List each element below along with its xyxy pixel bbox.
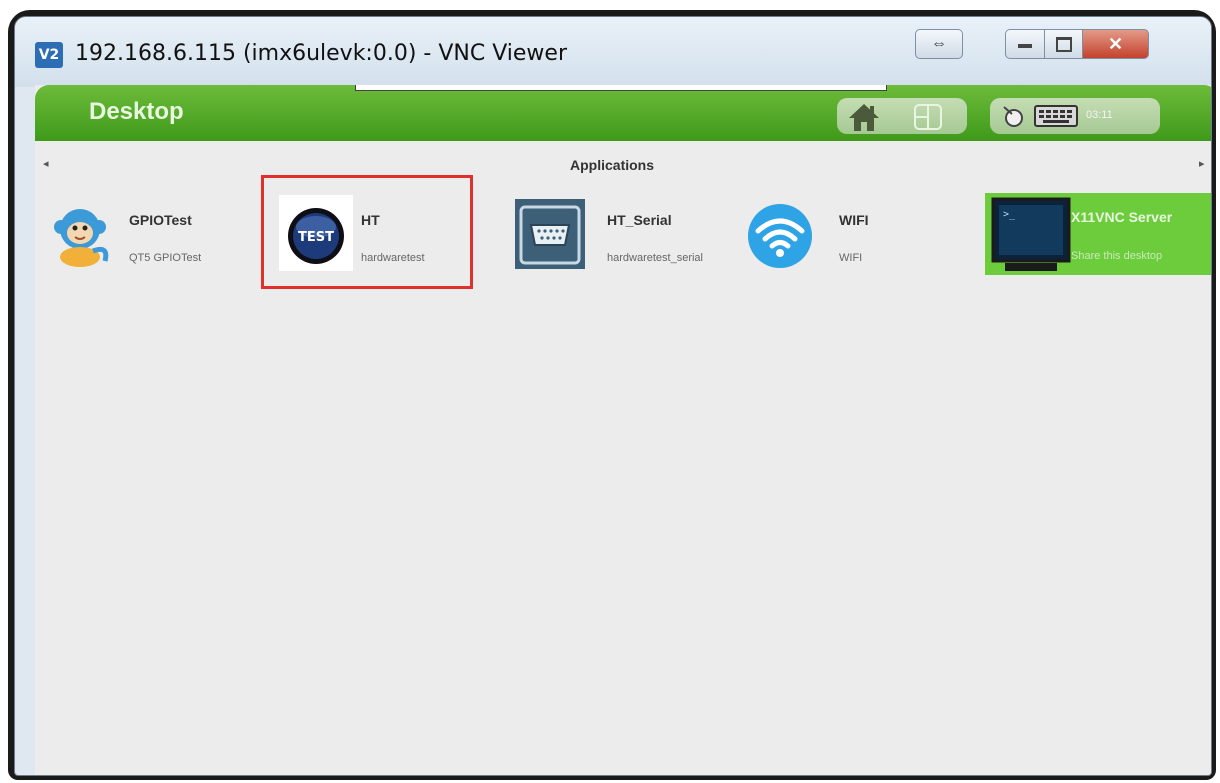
close-icon: ✕ [1107,34,1124,54]
terminal-monitor-icon: >_ [991,197,1071,271]
windows-switch-icon[interactable] [913,103,943,131]
svg-text:>_: >_ [1003,209,1016,220]
app-subtitle: QT5 GPIOTest [129,252,202,264]
toggle-fullscreen-button[interactable]: ⇔ [915,29,963,59]
home-icon[interactable] [847,102,881,132]
desktop-title: Desktop [89,98,184,125]
maximize-icon [1055,37,1072,52]
monkey-icon [54,209,109,267]
maximize-button[interactable] [1045,29,1083,59]
clock-label: 03:11 [1086,109,1113,121]
app-tile-wifi[interactable]: WIFI WIFI [735,195,935,271]
scroll-left-arrow[interactable]: ◂ [43,157,49,170]
title-bar[interactable]: V2 192.168.6.115 (imx6ulevk:0.0) - VNC V… [15,17,1211,87]
desktop-header: Desktop 03:11 [35,85,1211,141]
serial-port-icon [515,199,585,269]
app-tile-gpiotest[interactable]: GPIOTest QT5 GPIOTest [35,195,255,271]
app-name: GPIOTest [129,212,192,228]
app-subtitle: WIFI [839,252,863,264]
minimize-button[interactable] [1005,29,1045,59]
remote-desktop[interactable]: Desktop 03:11 ◂ Applications ▸ GPIOTest … [35,85,1211,775]
close-button[interactable]: ✕ [1083,29,1149,59]
keyboard-icon[interactable] [1034,105,1078,127]
app-name: HT_Serial [607,212,672,228]
app-subtitle: Share this desktop [1071,250,1163,262]
vnc-toolbar-slot [355,85,887,91]
toggle-arrows-icon: ⇔ [931,35,947,52]
scroll-right-arrow[interactable]: ▸ [1199,157,1205,170]
highlight-box [261,175,473,289]
app-tile-x11vnc-server[interactable]: >_ X11VNC Server Share this desktop [985,193,1211,275]
window-title: 192.168.6.115 (imx6ulevk:0.0) - VNC View… [75,41,567,66]
app-name: X11VNC Server [1071,209,1173,225]
app-subtitle: hardwaretest_serial [607,252,703,264]
minimize-icon [1018,44,1032,48]
vnc-app-icon: V2 [35,42,63,68]
applications-heading: Applications [570,157,655,173]
status-pill: 03:11 [990,98,1160,134]
app-name: WIFI [839,212,869,228]
nav-pill [837,98,967,134]
wifi-icon [748,204,812,268]
vnc-viewer-window: V2 192.168.6.115 (imx6ulevk:0.0) - VNC V… [14,16,1212,776]
app-tile-ht-serial[interactable]: HT_Serial hardwaretest_serial [505,195,735,271]
mouse-icon[interactable] [1002,105,1024,127]
